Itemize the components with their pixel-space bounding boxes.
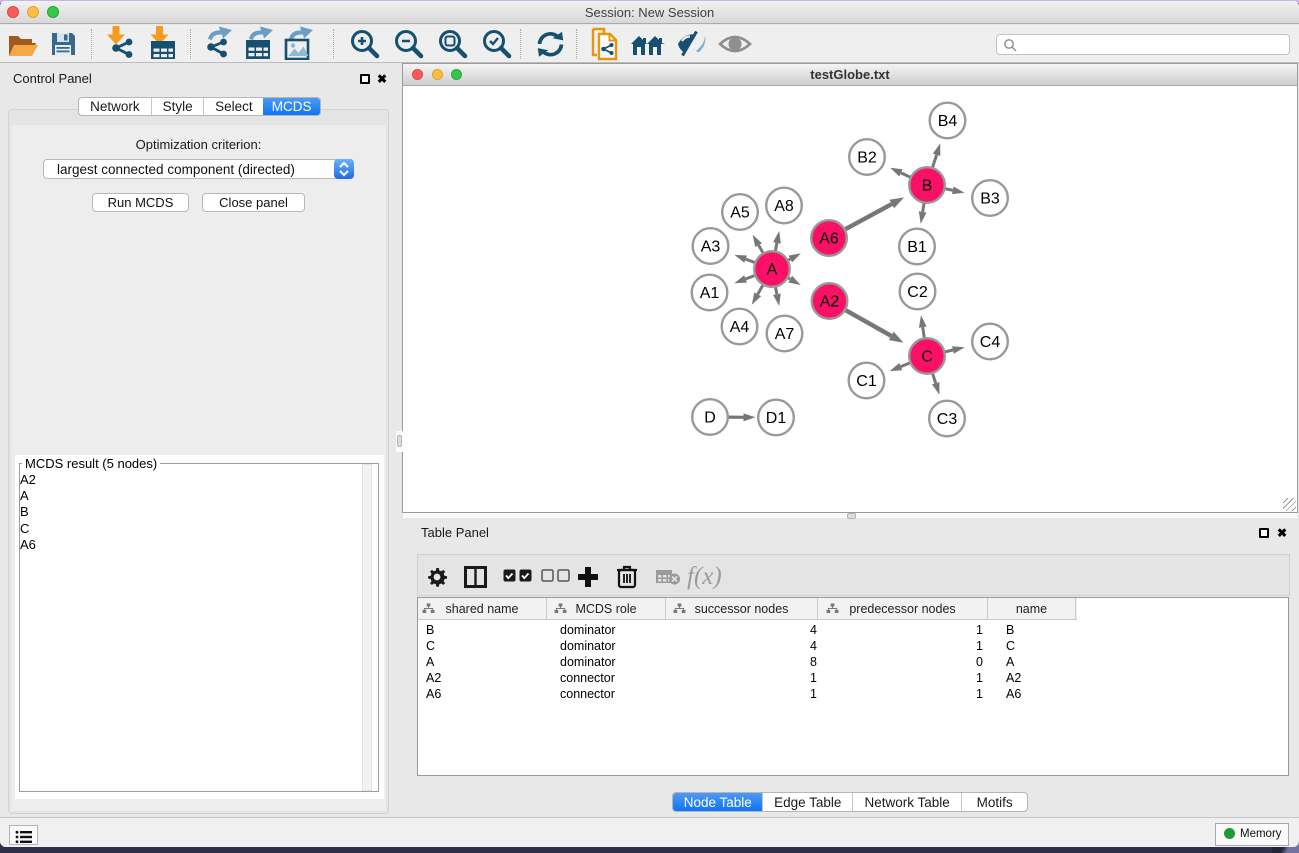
svg-text:A4: A4: [730, 319, 750, 336]
svg-text:C3: C3: [937, 411, 958, 428]
svg-text:A: A: [767, 262, 778, 279]
svg-text:B4: B4: [938, 113, 958, 130]
svg-text:D1: D1: [766, 410, 787, 427]
svg-text:A3: A3: [701, 239, 721, 256]
svg-text:C4: C4: [980, 334, 1001, 351]
svg-text:C2: C2: [907, 284, 928, 301]
svg-text:A1: A1: [700, 285, 720, 302]
svg-text:A5: A5: [730, 205, 750, 222]
svg-text:B3: B3: [980, 191, 1000, 208]
svg-text:C: C: [921, 349, 933, 366]
svg-text:C1: C1: [856, 373, 877, 390]
svg-text:B1: B1: [907, 239, 927, 256]
svg-text:A7: A7: [775, 326, 795, 343]
svg-text:A2: A2: [820, 294, 840, 311]
svg-text:A8: A8: [774, 198, 794, 215]
svg-text:B2: B2: [857, 150, 877, 167]
svg-text:B: B: [922, 178, 933, 195]
svg-text:A6: A6: [819, 231, 839, 248]
svg-text:D: D: [704, 410, 716, 427]
